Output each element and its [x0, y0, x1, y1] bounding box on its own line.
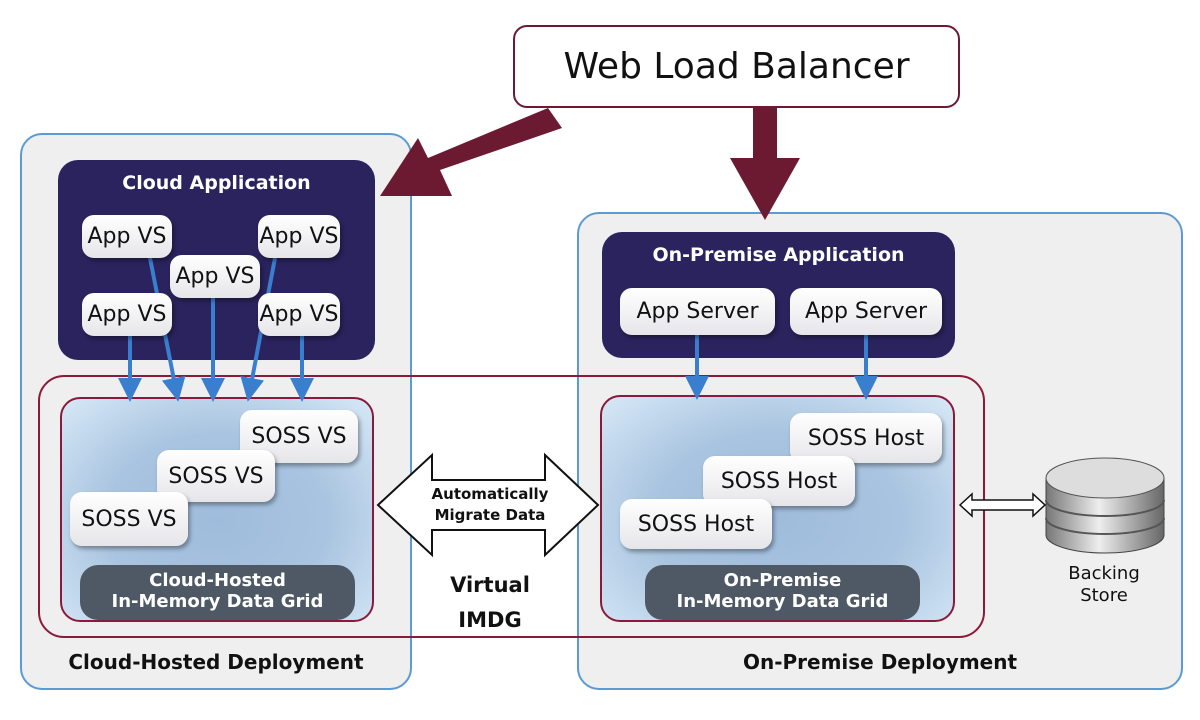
- virtual-line2: IMDG: [458, 608, 522, 632]
- web-load-balancer-label: Web Load Balancer: [563, 46, 910, 87]
- backing-store-line2: Store: [1080, 585, 1128, 606]
- app-server-node: App Server: [790, 288, 942, 335]
- virtual-line1: Virtual: [450, 573, 530, 597]
- arrow-to-onprem: [730, 108, 800, 220]
- virtual-imdg-label: Virtual IMDG: [420, 568, 560, 638]
- onprem-grid-label-line2: In-Memory Data Grid: [676, 591, 889, 612]
- onprem-grid-label-line1: On-Premise: [723, 570, 842, 591]
- cloud-deployment-label: Cloud-Hosted Deployment: [68, 650, 364, 674]
- app-vs-node: App VS: [82, 215, 172, 258]
- web-load-balancer: Web Load Balancer: [513, 25, 960, 108]
- cloud-grid-label-line2: In-Memory Data Grid: [111, 591, 324, 612]
- arrow-to-cloud: [380, 108, 562, 196]
- migrate-label: Automatically Migrate Data: [420, 484, 560, 526]
- app-server-node: App Server: [620, 288, 775, 335]
- migrate-line2: Migrate Data: [434, 506, 546, 524]
- onprem-deployment-label: On-Premise Deployment: [742, 650, 1018, 674]
- migrate-line1: Automatically: [431, 485, 549, 503]
- onprem-grid-label: On-Premise In-Memory Data Grid: [645, 565, 920, 620]
- backing-store-line1: Backing: [1068, 563, 1140, 584]
- app-vs-node: App VS: [258, 293, 340, 336]
- soss-host-node: SOSS Host: [620, 499, 772, 549]
- app-vs-node: App VS: [82, 293, 172, 336]
- app-vs-node: App VS: [258, 215, 340, 258]
- backing-store-label: Backing Store: [1045, 563, 1163, 607]
- database-icon: [1045, 457, 1165, 554]
- app-vs-node: App VS: [170, 255, 260, 298]
- cloud-grid-label: Cloud-Hosted In-Memory Data Grid: [80, 565, 355, 620]
- backing-store-double-arrow: [958, 492, 1047, 518]
- cloud-grid-label-line1: Cloud-Hosted: [149, 570, 286, 591]
- soss-vs-node: SOSS VS: [70, 492, 188, 546]
